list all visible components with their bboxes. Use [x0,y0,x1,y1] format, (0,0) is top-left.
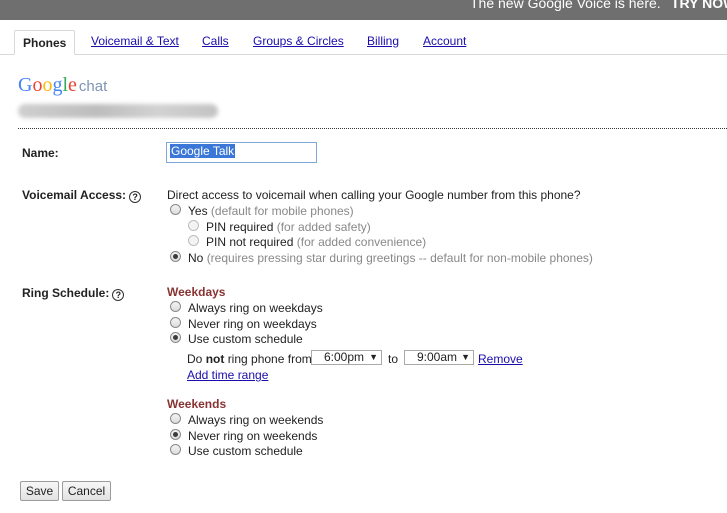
google-letter: G [18,74,33,96]
try-now-link[interactable]: TRY NOW [671,0,727,11]
to-time-select[interactable]: 9:00am ▼ [404,350,474,365]
to-label: to [388,352,399,366]
help-icon[interactable]: ? [112,289,125,301]
voicemail-yes-radio[interactable] [170,204,181,215]
name-input[interactable]: Google Talk [166,142,317,163]
save-button[interactable]: Save [20,481,59,501]
pin-not-required-label: PIN not required [206,235,294,249]
voicemail-yes-text: Yes (default for mobile phones) [188,204,354,218]
google-letter: o [32,74,43,96]
weekdays-never-radio[interactable] [170,317,181,328]
prefix-rest: ring phone from [227,352,312,366]
from-time-select[interactable]: 6:00pm ▼ [311,350,382,365]
google-letter: o [42,74,53,96]
pin-not-required-text: PIN not required (for added convenience) [206,235,426,249]
voicemail-access-label: Voicemail Access:? [22,188,142,203]
pin-required-radio[interactable] [188,220,199,231]
weekdays-heading: Weekdays [167,285,226,299]
ring-schedule-label-text: Ring Schedule: [22,286,110,300]
voicemail-yes-note: (default for mobile phones) [210,204,354,218]
pin-required-text: PIN required (for added safety) [206,220,371,234]
tab-groups-circles[interactable]: Groups & Circles [253,34,344,48]
pin-not-required-note: (for added convenience) [296,235,427,249]
custom-schedule-prefix: Do not ring phone from [187,352,312,366]
tab-billing[interactable]: Billing [367,34,399,48]
ring-schedule-label: Ring Schedule:? [22,286,125,301]
weekdays-never-label: Never ring on weekdays [188,317,317,331]
weekdays-custom-radio[interactable] [170,332,181,343]
google-letter: g [52,74,63,96]
from-time-value: 6:00pm [324,350,365,364]
name-label: Name: [22,146,59,160]
voicemail-no-radio[interactable] [170,251,181,262]
tab-account[interactable]: Account [423,34,466,48]
to-time-value: 9:00am [417,350,458,364]
tab-phones[interactable]: Phones [14,30,76,55]
pin-not-required-radio[interactable] [188,235,199,246]
cancel-button[interactable]: Cancel [62,481,111,501]
tabs-baseline [0,54,727,55]
google-wordmark: Google [18,74,77,96]
google-chat-logo: Google chat [18,74,107,97]
pin-required-label: PIN required [206,220,274,234]
section-divider [18,128,727,129]
promo-bar: The new Google Voice is here. TRY NOW [0,0,727,20]
prefix-not: not [205,352,225,366]
weekends-always-radio[interactable] [170,413,181,424]
weekends-always-label: Always ring on weekends [188,413,324,427]
voicemail-question: Direct access to voicemail when calling … [167,188,581,202]
voicemail-access-label-text: Voicemail Access: [22,188,127,202]
voicemail-no-note: (requires pressing star during greetings… [206,251,593,265]
google-letter: e [68,74,77,96]
weekends-heading: Weekends [167,397,227,411]
weekends-custom-radio[interactable] [170,444,181,455]
prefix-do: Do [187,352,203,366]
dropdown-arrow-icon: ▼ [369,352,378,362]
redacted-email [18,104,218,118]
pin-required-note: (for added safety) [276,220,371,234]
remove-time-range-link[interactable]: Remove [478,352,523,366]
voicemail-no-label: No [188,251,204,265]
settings-tabs: Phones Voicemail & Text Calls Groups & C… [0,20,727,56]
add-time-range-link[interactable]: Add time range [187,368,268,382]
weekends-never-label: Never ring on weekends [188,429,318,443]
name-input-value: Google Talk [170,144,236,158]
help-icon[interactable]: ? [129,191,142,203]
weekends-custom-label: Use custom schedule [188,444,303,458]
dropdown-arrow-icon: ▼ [461,352,470,362]
chat-wordmark: chat [78,78,108,95]
weekdays-always-radio[interactable] [170,301,181,312]
weekdays-custom-label: Use custom schedule [188,332,303,346]
tab-voicemail-text[interactable]: Voicemail & Text [91,34,179,48]
weekends-never-radio[interactable] [170,429,181,440]
promo-text: The new Google Voice is here. [470,0,661,11]
voicemail-no-text: No (requires pressing star during greeti… [188,251,593,265]
voicemail-yes-label: Yes [188,204,208,218]
tab-calls[interactable]: Calls [202,34,229,48]
weekdays-always-label: Always ring on weekdays [188,301,323,315]
